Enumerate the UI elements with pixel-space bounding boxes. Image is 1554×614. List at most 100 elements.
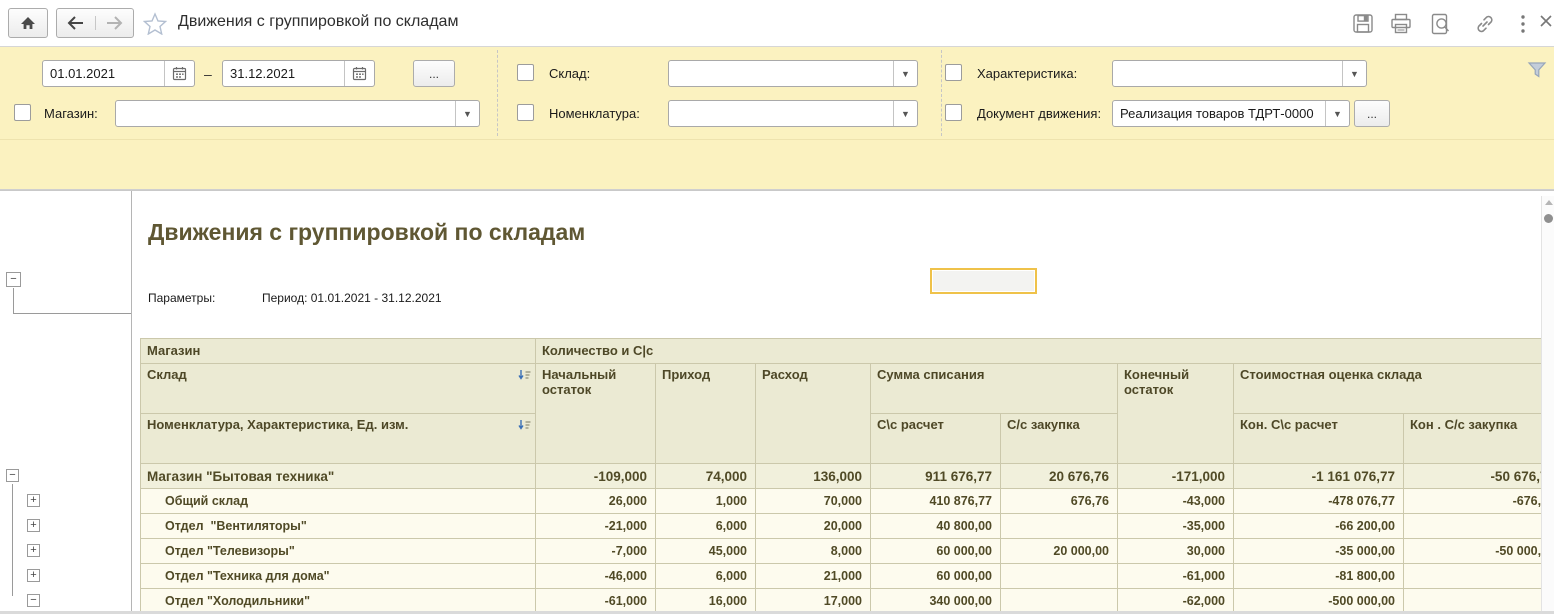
header-end-cost-purchase[interactable]: Кон . С/с закупка	[1404, 414, 1554, 464]
menu-kebab-icon[interactable]	[1519, 13, 1527, 35]
sort-asc-icon[interactable]	[518, 419, 532, 432]
value-cell[interactable]: -61,000	[1118, 564, 1234, 589]
value-cell[interactable]: 340 000,00	[871, 589, 1001, 614]
expand-toggle[interactable]: +	[27, 569, 40, 582]
chevron-down-icon[interactable]: ▼	[1342, 61, 1366, 86]
warehouse-combobox[interactable]: ▼	[668, 60, 918, 87]
back-button[interactable]	[57, 16, 95, 30]
close-icon[interactable]	[1538, 13, 1554, 29]
value-cell[interactable]: 16,000	[656, 589, 756, 614]
value-cell[interactable]: -50 000,00	[1404, 539, 1554, 564]
header-magazin[interactable]: Магазин	[141, 339, 536, 364]
date-from-input[interactable]: 01.01.2021	[42, 60, 195, 87]
store-combobox[interactable]: ▼	[115, 100, 480, 127]
value-cell[interactable]: 6,000	[656, 514, 756, 539]
chevron-down-icon[interactable]: ▼	[893, 61, 917, 86]
sort-asc-icon[interactable]	[518, 369, 532, 382]
value-cell[interactable]: 410 876,77	[871, 489, 1001, 514]
characteristic-combobox[interactable]: ▼	[1112, 60, 1367, 87]
movement-doc-select-button[interactable]: ...	[1354, 100, 1390, 127]
value-cell[interactable]: 74,000	[656, 464, 756, 489]
value-cell[interactable]	[1001, 514, 1118, 539]
value-cell[interactable]	[1404, 589, 1554, 614]
header-cost-calc[interactable]: С\с расчет	[871, 414, 1001, 464]
value-cell[interactable]	[1001, 589, 1118, 614]
expand-toggle[interactable]: +	[27, 544, 40, 557]
value-cell[interactable]: 1,000	[656, 489, 756, 514]
warehouse-checkbox[interactable]	[517, 64, 534, 81]
value-cell[interactable]: -50 676,76	[1404, 464, 1554, 489]
header-begin-balance[interactable]: Начальный остаток	[536, 364, 656, 464]
value-cell[interactable]: -61,000	[536, 589, 656, 614]
collapse-toggle[interactable]: −	[27, 594, 40, 607]
header-cost-purchase[interactable]: С/с закупка	[1001, 414, 1118, 464]
nomenclature-checkbox[interactable]	[517, 104, 534, 121]
selected-cell[interactable]	[930, 268, 1037, 294]
value-cell[interactable]: 21,000	[756, 564, 871, 589]
collapse-toggle[interactable]: −	[6, 272, 21, 287]
chevron-down-icon[interactable]: ▼	[455, 101, 479, 126]
print-icon[interactable]	[1390, 13, 1412, 34]
value-cell[interactable]: -7,000	[536, 539, 656, 564]
value-cell[interactable]: 136,000	[756, 464, 871, 489]
save-icon[interactable]	[1352, 13, 1374, 34]
value-cell[interactable]: 20 676,76	[1001, 464, 1118, 489]
link-icon[interactable]	[1474, 13, 1496, 35]
value-cell[interactable]: -35,000	[1118, 514, 1234, 539]
value-cell[interactable]: 17,000	[756, 589, 871, 614]
header-end-balance[interactable]: Конечный остаток	[1118, 364, 1234, 464]
movement-doc-combobox[interactable]: Реализация товаров ТДРТ-0000 ▼	[1112, 100, 1350, 127]
header-end-cost-calc[interactable]: Кон. С\с расчет	[1234, 414, 1404, 464]
collapse-toggle[interactable]: −	[6, 469, 19, 482]
movement-doc-checkbox[interactable]	[945, 104, 962, 121]
value-cell[interactable]: -46,000	[536, 564, 656, 589]
value-cell[interactable]	[1404, 514, 1554, 539]
characteristic-checkbox[interactable]	[945, 64, 962, 81]
row-name-cell[interactable]: Отдел "Техника для дома"	[141, 564, 536, 589]
row-name-cell[interactable]: Магазин "Бытовая техника"	[141, 464, 536, 489]
header-expense[interactable]: Расход	[756, 364, 871, 464]
header-sklad[interactable]: Склад	[141, 364, 536, 414]
store-checkbox[interactable]	[14, 104, 31, 121]
value-cell[interactable]: 60 000,00	[871, 564, 1001, 589]
header-quantity[interactable]: Количество и С|с	[536, 339, 1554, 364]
value-cell[interactable]: 911 676,77	[871, 464, 1001, 489]
value-cell[interactable]: -81 800,00	[1234, 564, 1404, 589]
value-cell[interactable]: -500 000,00	[1234, 589, 1404, 614]
value-cell[interactable]: 20,000	[756, 514, 871, 539]
value-cell[interactable]: 30,000	[1118, 539, 1234, 564]
header-nomenclature[interactable]: Номенклатура, Характеристика, Ед. изм.	[141, 414, 536, 464]
nomenclature-combobox[interactable]: ▼	[668, 100, 918, 127]
value-cell[interactable]	[1404, 564, 1554, 589]
chevron-down-icon[interactable]: ▼	[1325, 101, 1349, 126]
value-cell[interactable]: 45,000	[656, 539, 756, 564]
calendar-icon[interactable]	[164, 61, 194, 86]
row-name-cell[interactable]: Общий склад	[141, 489, 536, 514]
value-cell[interactable]: 6,000	[656, 564, 756, 589]
home-button[interactable]	[8, 8, 48, 38]
value-cell[interactable]: 26,000	[536, 489, 656, 514]
value-cell[interactable]: -43,000	[1118, 489, 1234, 514]
value-cell[interactable]: 676,76	[1001, 489, 1118, 514]
value-cell[interactable]: -1 161 076,77	[1234, 464, 1404, 489]
vertical-scrollbar[interactable]	[1541, 196, 1554, 614]
value-cell[interactable]: -62,000	[1118, 589, 1234, 614]
header-valuation[interactable]: Стоимостная оценка склада	[1234, 364, 1554, 414]
value-cell[interactable]: -478 076,77	[1234, 489, 1404, 514]
value-cell[interactable]: -66 200,00	[1234, 514, 1404, 539]
chevron-down-icon[interactable]: ▼	[893, 101, 917, 126]
row-name-cell[interactable]: Отдел "Вентиляторы"	[141, 514, 536, 539]
expand-toggle[interactable]: +	[27, 519, 40, 532]
value-cell[interactable]: -35 000,00	[1234, 539, 1404, 564]
favorite-star-icon[interactable]	[143, 12, 167, 35]
row-name-cell[interactable]: Отдел "Телевизоры"	[141, 539, 536, 564]
value-cell[interactable]: -171,000	[1118, 464, 1234, 489]
value-cell[interactable]: 20 000,00	[1001, 539, 1118, 564]
header-writeoff[interactable]: Сумма списания	[871, 364, 1118, 414]
forward-button[interactable]	[95, 16, 134, 30]
expand-toggle[interactable]: +	[27, 494, 40, 507]
value-cell[interactable]: 60 000,00	[871, 539, 1001, 564]
value-cell[interactable]: 40 800,00	[871, 514, 1001, 539]
scrollbar-thumb[interactable]	[1544, 214, 1553, 223]
value-cell[interactable]: -676,76	[1404, 489, 1554, 514]
